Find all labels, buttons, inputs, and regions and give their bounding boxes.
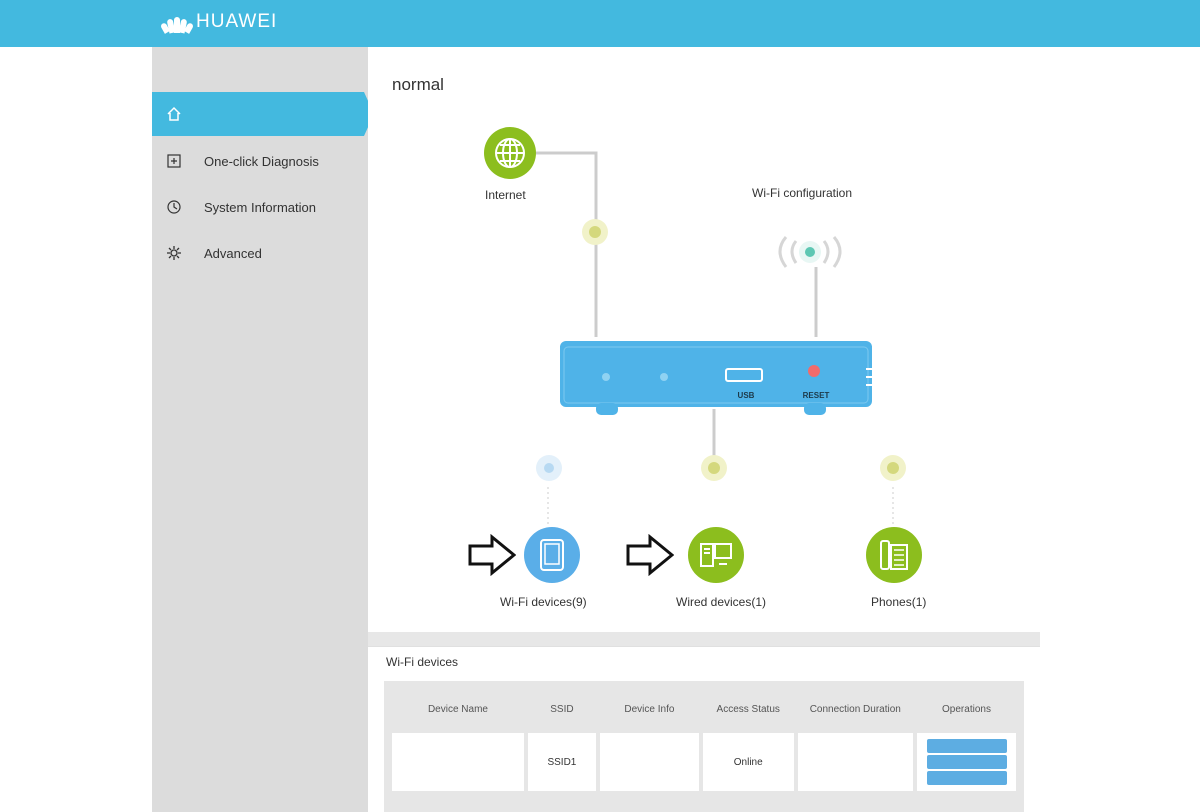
wifi-devices-section-title: Wi-Fi devices: [386, 655, 459, 669]
sidebar-nav: One-click Diagnosis System Information A…: [152, 47, 374, 812]
internet-label: Internet: [485, 188, 526, 202]
wifi-devices-table: Device Name SSID Device Info Access Stat…: [384, 681, 1024, 812]
sidebar-item-label: Advanced: [204, 245, 262, 261]
sidebar-item-home[interactable]: [152, 92, 374, 136]
usb-port-label: USB: [737, 391, 755, 400]
connection-duration-cell: [797, 733, 913, 791]
device-info-cell: [599, 733, 699, 791]
operation-button-1[interactable]: [926, 739, 1007, 753]
arrow-right-icon: [626, 533, 675, 577]
brand-logo[interactable]: HUAWEI: [159, 8, 278, 36]
table-row: SSID1 Online: [392, 733, 1016, 791]
wifi-configuration-link[interactable]: Wi-Fi configuration: [752, 186, 852, 200]
system-info-icon: [164, 197, 184, 217]
reset-button-label: RESET: [802, 391, 830, 400]
column-header-device-info: Device Info: [599, 689, 699, 729]
operation-button-3[interactable]: [926, 771, 1007, 785]
home-icon: [164, 104, 184, 124]
sidebar-item-label: System Information: [204, 199, 316, 215]
wifi-signal-icon[interactable]: [772, 229, 848, 275]
operation-button-2[interactable]: [926, 755, 1007, 769]
huawei-logo-icon: [159, 8, 195, 36]
sidebar-item-one-click-diagnosis[interactable]: One-click Diagnosis: [152, 139, 368, 183]
arrow-right-icon: [468, 533, 517, 577]
column-header-connection-duration: Connection Duration: [797, 689, 913, 729]
wifi-devices-label[interactable]: Wi-Fi devices(9): [500, 595, 587, 609]
section-divider: [368, 632, 1040, 646]
sidebar-item-advanced[interactable]: Advanced: [152, 231, 368, 275]
wifi-devices-section: Wi-Fi devices Device Name SSID Device In…: [368, 646, 1040, 812]
access-status-cell: Online: [702, 733, 794, 791]
internet-globe-icon[interactable]: [484, 127, 536, 179]
column-header-ssid: SSID: [527, 689, 596, 729]
router-device[interactable]: USB RESET: [560, 339, 872, 415]
device-name-cell: [392, 733, 524, 791]
phones-label[interactable]: Phones(1): [871, 595, 926, 609]
ssid-cell: SSID1: [527, 733, 596, 791]
column-header-device-name: Device Name: [392, 689, 524, 729]
internet-link-status-icon: [582, 219, 608, 245]
main-panel: normal Internet Wi-Fi configuration USB …: [368, 47, 1040, 637]
sidebar-item-label: One-click Diagnosis: [204, 153, 319, 169]
operations-cell: [917, 733, 1016, 791]
wired-devices-label[interactable]: Wired devices(1): [676, 595, 766, 609]
wifi-link-status-icon: [536, 455, 562, 481]
diagnosis-icon: [164, 151, 184, 171]
wired-devices-computer-icon[interactable]: [688, 527, 744, 583]
wifi-devices-tablet-icon[interactable]: [524, 527, 580, 583]
phone-link-status-icon: [880, 455, 906, 481]
brand-name: HUAWEI: [196, 11, 278, 32]
top-header: HUAWEI: [0, 0, 1200, 47]
column-header-operations: Operations: [917, 689, 1016, 729]
table-header-row: Device Name SSID Device Info Access Stat…: [392, 689, 1016, 729]
phones-telephone-icon[interactable]: [866, 527, 922, 583]
gear-icon: [164, 243, 184, 263]
wired-link-status-icon: [701, 455, 727, 481]
sidebar-item-system-information[interactable]: System Information: [152, 185, 368, 229]
column-header-access-status: Access Status: [702, 689, 794, 729]
